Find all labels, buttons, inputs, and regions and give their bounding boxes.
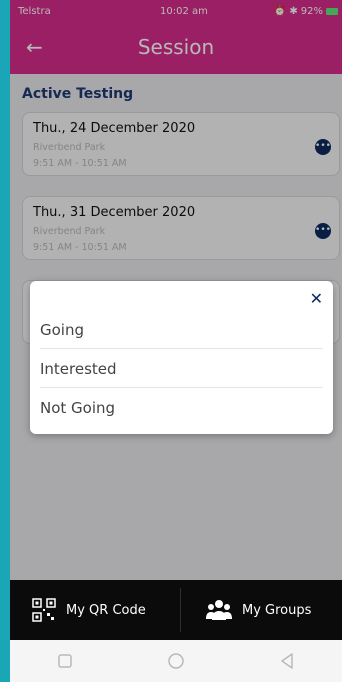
back-button[interactable] [267,641,307,681]
nav-my-qr-code-label: My QR Code [66,602,146,618]
nav-divider [180,588,181,632]
phone-screen: Telstra 10:02 am ⏰ ✱ 92% ← Session Activ… [10,0,342,682]
recent-apps-button[interactable] [45,641,85,681]
square-icon [58,654,73,668]
nav-my-qr-code[interactable]: My QR Code [32,580,146,640]
option-interested[interactable]: Interested [40,350,323,388]
circle-icon [168,653,184,669]
option-not-going[interactable]: Not Going [40,389,323,427]
groups-icon [206,600,232,620]
home-button[interactable] [156,641,196,681]
bottom-nav: My QR Code My Groups [10,580,342,640]
android-nav-bar [10,640,342,682]
nav-my-groups-label: My Groups [242,602,312,618]
nav-my-groups[interactable]: My Groups [206,580,311,640]
triangle-back-icon [280,653,293,669]
option-going[interactable]: Going [40,311,323,349]
qr-code-icon [32,598,56,622]
close-icon[interactable]: ✕ [310,291,323,307]
rsvp-modal: ✕ Going Interested Not Going [30,281,333,434]
